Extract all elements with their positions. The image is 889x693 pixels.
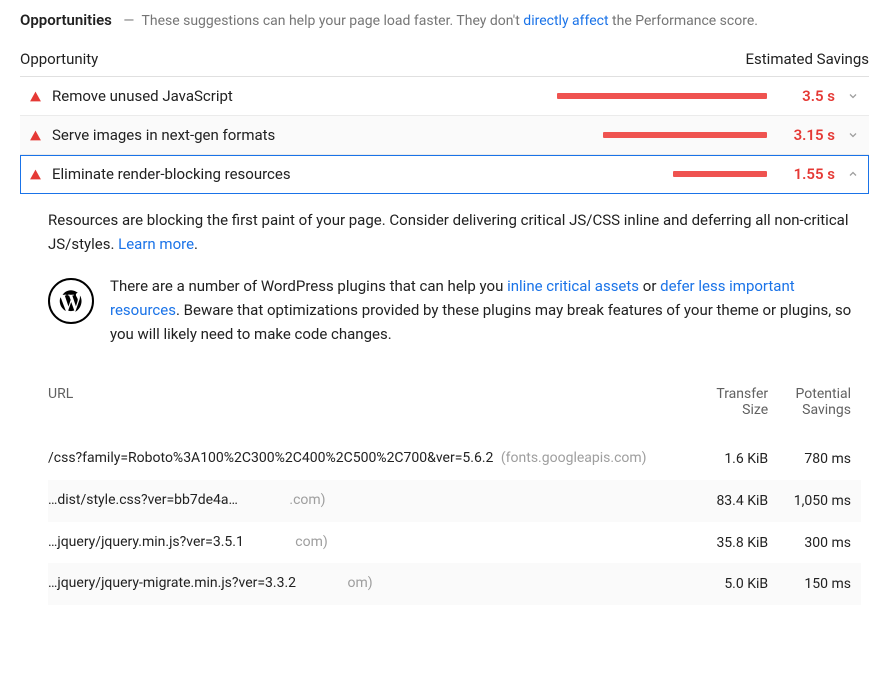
savings-value: 3.15 s — [777, 126, 835, 144]
potential-savings: 150 ms — [778, 563, 861, 605]
resources-table: URL TransferSize PotentialSavings /css?f… — [48, 380, 861, 605]
savings-bar — [557, 171, 767, 177]
warning-triangle-icon — [28, 89, 42, 103]
savings-value: 3.5 s — [777, 87, 835, 105]
audit-detail: Resources are blocking the first paint o… — [20, 194, 869, 605]
table-row: …jquery/jquery-migrate.min.js?ver=3.3.2 … — [48, 563, 861, 605]
audit-row-remove-unused-js[interactable]: Remove unused JavaScript 3.5 s — [20, 77, 869, 116]
desc-prefix: These suggestions can help your page loa… — [142, 13, 524, 29]
inline-critical-assets-link[interactable]: inline critical assets — [507, 277, 639, 295]
wordpress-icon — [48, 278, 94, 324]
potential-savings: 1,050 ms — [778, 480, 861, 522]
resource-host: om) — [348, 575, 373, 591]
resource-url: …jquery/jquery.min.js?ver=3.5.1 — [48, 534, 244, 550]
chevron-up-icon — [845, 168, 861, 180]
audit-title: Serve images in next-gen formats — [52, 126, 547, 144]
savings-value: 1.55 s — [777, 165, 835, 183]
transfer-size: 1.6 KiB — [701, 438, 778, 480]
audit-row-nextgen-images[interactable]: Serve images in next-gen formats 3.15 s — [20, 116, 869, 155]
period: . — [194, 235, 198, 253]
savings-bar — [557, 93, 767, 99]
audit-title: Remove unused JavaScript — [52, 87, 547, 105]
col-opportunity: Opportunity — [20, 50, 98, 68]
audit-row-render-blocking[interactable]: Eliminate render-blocking resources 1.55… — [20, 155, 869, 194]
transfer-size: 83.4 KiB — [701, 480, 778, 522]
desc-suffix: the Performance score. — [609, 13, 758, 29]
table-row: …dist/style.css?ver=bb7de4a… .com) 83.4 … — [48, 480, 861, 522]
resource-host: com) — [295, 534, 327, 550]
transfer-size: 35.8 KiB — [701, 522, 778, 564]
table-row: …jquery/jquery.min.js?ver=3.5.1 com) 35.… — [48, 522, 861, 564]
table-row: /css?family=Roboto%3A100%2C300%2C400%2C5… — [48, 438, 861, 480]
savings-bar — [557, 132, 767, 138]
potential-savings: 300 ms — [778, 522, 861, 564]
resource-host: .com) — [289, 492, 325, 508]
th-transfer-size: TransferSize — [701, 380, 778, 438]
th-potential-savings: PotentialSavings — [778, 380, 861, 438]
dash: — — [123, 13, 134, 29]
resource-host: (fonts.googleapis.com) — [501, 450, 647, 466]
section-desc: These suggestions can help your page loa… — [142, 13, 758, 29]
detail-description: Resources are blocking the first paint o… — [48, 208, 861, 256]
warning-triangle-icon — [28, 128, 42, 142]
potential-savings: 780 ms — [778, 438, 861, 480]
chevron-down-icon — [845, 129, 861, 141]
resource-url: …jquery/jquery-migrate.min.js?ver=3.3.2 — [48, 575, 296, 591]
section-title: Opportunities — [20, 11, 112, 29]
learn-more-link[interactable]: Learn more — [118, 235, 194, 253]
wordpress-callout-text: There are a number of WordPress plugins … — [110, 274, 861, 346]
audit-title: Eliminate render-blocking resources — [52, 165, 547, 183]
directly-affect-link[interactable]: directly affect — [523, 13, 608, 29]
th-url: URL — [48, 380, 701, 438]
wp-suffix: . Beware that optimizations provided by … — [110, 301, 851, 343]
opportunities-heading: Opportunities — These suggestions can he… — [20, 8, 869, 32]
columns-header: Opportunity Estimated Savings — [20, 44, 869, 77]
col-estimated-savings: Estimated Savings — [746, 50, 870, 68]
warning-triangle-icon — [28, 167, 42, 181]
wp-prefix: There are a number of WordPress plugins … — [110, 277, 507, 295]
resource-url: …dist/style.css?ver=bb7de4a… — [48, 492, 238, 508]
resource-url: /css?family=Roboto%3A100%2C300%2C400%2C5… — [48, 450, 493, 466]
wp-mid: or — [639, 277, 660, 295]
chevron-down-icon — [845, 90, 861, 102]
wordpress-callout: There are a number of WordPress plugins … — [48, 274, 861, 346]
transfer-size: 5.0 KiB — [701, 563, 778, 605]
